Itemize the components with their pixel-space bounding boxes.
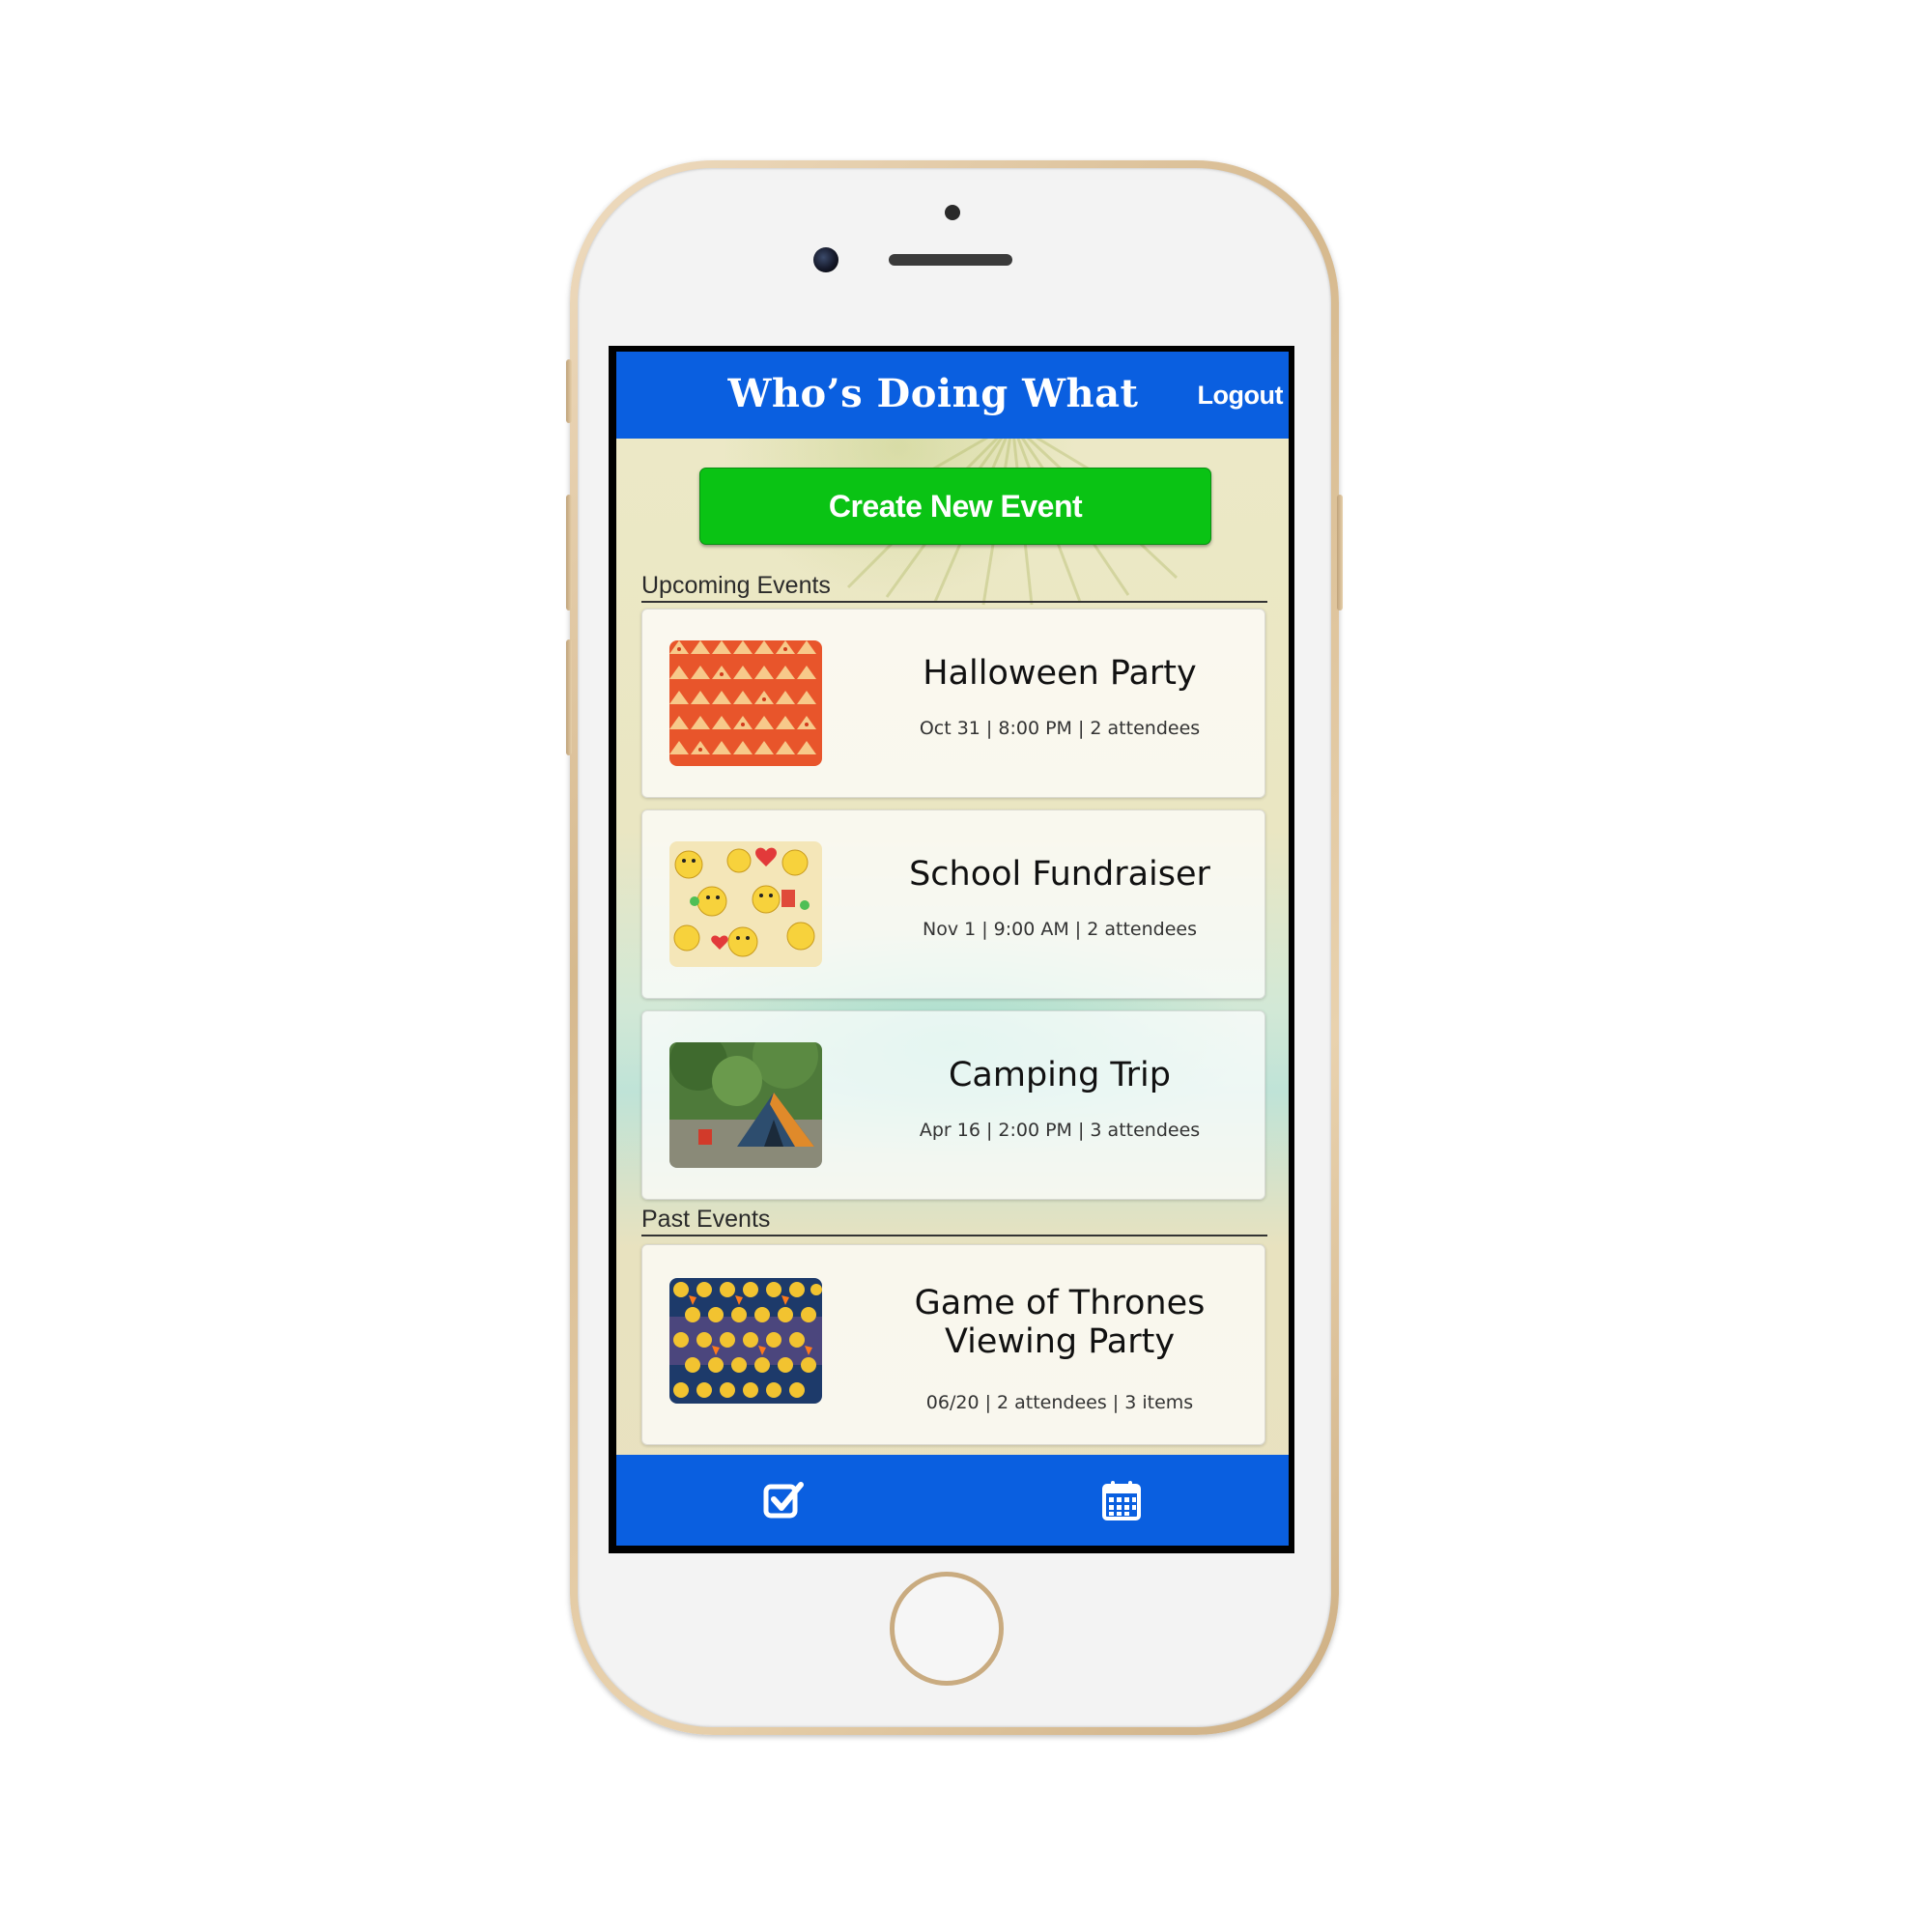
calendar-icon — [1102, 1481, 1141, 1520]
event-thumbnail — [669, 841, 822, 967]
event-card-game-of-thrones[interactable]: Game of Thrones Viewing Party 06/20 | 2 … — [641, 1244, 1265, 1445]
checkbox-icon — [763, 1482, 804, 1519]
emoji-grid-image — [669, 1278, 822, 1404]
bottom-tab-bar — [616, 1455, 1289, 1546]
front-camera — [813, 247, 838, 272]
create-new-event-button[interactable]: Create New Event — [699, 468, 1211, 545]
upcoming-events-header: Upcoming Events — [641, 572, 1267, 603]
tent-photo-image — [669, 1042, 822, 1168]
volume-down-button — [566, 639, 572, 755]
event-title: School Fundraiser — [909, 855, 1210, 894]
event-title-line-2: Viewing Party — [944, 1322, 1176, 1361]
home-button[interactable] — [890, 1572, 1004, 1686]
app-view: Who’s Doing What Logout Create New Event… — [616, 352, 1289, 1546]
event-title-line-1: Game of Thrones — [914, 1284, 1206, 1322]
event-meta: Oct 31 | 8:00 PM | 2 attendees — [919, 718, 1201, 739]
emoji-collage-image — [669, 841, 822, 967]
tab-tasks[interactable] — [761, 1478, 806, 1522]
event-card-halloween-party[interactable]: Halloween Party Oct 31 | 8:00 PM | 2 att… — [641, 609, 1265, 798]
event-thumbnail — [669, 1278, 822, 1404]
earpiece-speaker — [889, 254, 1012, 266]
event-thumbnail — [669, 640, 822, 766]
top-bar: Who’s Doing What Logout — [616, 352, 1289, 439]
event-title: Camping Trip — [948, 1056, 1171, 1094]
logout-link[interactable]: Logout — [1198, 381, 1284, 411]
event-card-camping-trip[interactable]: Camping Trip Apr 16 | 2:00 PM | 3 attend… — [641, 1010, 1265, 1200]
power-button — [1337, 495, 1343, 611]
phone-screen: Who’s Doing What Logout Create New Event… — [609, 346, 1294, 1553]
event-meta: Nov 1 | 9:00 AM | 2 attendees — [922, 919, 1197, 940]
event-thumbnail — [669, 1042, 822, 1168]
past-events-header: Past Events — [641, 1206, 1267, 1236]
event-card-school-fundraiser[interactable]: School Fundraiser Nov 1 | 9:00 AM | 2 at… — [641, 810, 1265, 999]
proximity-sensor — [945, 205, 960, 220]
volume-up-button — [566, 495, 572, 611]
tab-calendar[interactable] — [1099, 1478, 1144, 1522]
mockup-stage: Who’s Doing What Logout Create New Event… — [0, 0, 1932, 1932]
pizza-pattern-image — [669, 640, 822, 766]
silent-switch — [566, 359, 572, 423]
event-title: Halloween Party — [923, 654, 1197, 693]
event-meta: 06/20 | 2 attendees | 3 items — [925, 1392, 1194, 1413]
event-meta: Apr 16 | 2:00 PM | 3 attendees — [919, 1120, 1201, 1141]
app-title: Who’s Doing What — [727, 371, 1139, 416]
